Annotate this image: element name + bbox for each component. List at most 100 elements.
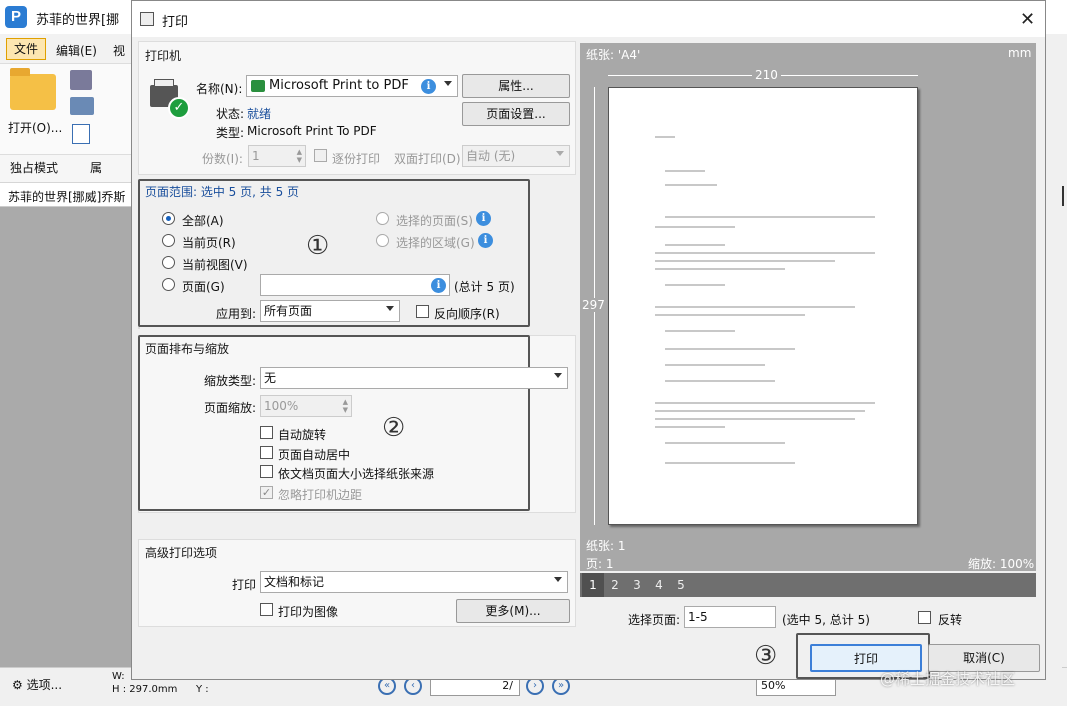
dialog-title: 打印: [162, 15, 189, 30]
scale-type-value: 无: [264, 371, 277, 385]
auto-rotate-label: 自动旋转: [278, 428, 327, 442]
type-value: Microsoft Print To PDF: [247, 124, 377, 138]
auto-center-checkbox[interactable]: [260, 446, 273, 459]
duplex-select[interactable]: 自动 (无): [462, 145, 570, 167]
range-current-page-label: 当前页(R): [182, 236, 236, 250]
status-y: Y :: [196, 684, 209, 695]
paper-source-label: 依文档页面大小选择纸张来源: [278, 467, 435, 481]
flip-checkbox[interactable]: [918, 611, 931, 624]
status-value: 就绪: [247, 107, 272, 121]
type-label: 类型:: [216, 126, 245, 140]
range-total: (总计 5 页): [454, 280, 515, 294]
save-icon[interactable]: [70, 70, 92, 90]
page-setup-button[interactable]: 页面设置...: [462, 102, 570, 126]
annotation-number-3: ③: [754, 641, 778, 671]
print-what-label: 打印: [232, 578, 257, 592]
reverse-checkbox[interactable]: [416, 305, 429, 318]
advanced-section-title: 高级打印选项: [145, 546, 218, 560]
printer-icon: ✓: [150, 79, 190, 119]
page-tab[interactable]: 4: [648, 573, 670, 597]
auto-rotate-checkbox[interactable]: [260, 426, 273, 439]
page-tab[interactable]: 1: [582, 573, 604, 597]
ignore-margin-label: 忽略打印机边距: [278, 488, 363, 502]
dialog-titlebar: [132, 1, 1045, 37]
app-logo-icon: P: [5, 6, 27, 28]
range-pages-input[interactable]: i: [260, 274, 450, 296]
preview-zoom: 缩放: 100%: [968, 557, 1035, 571]
printer-small-icon: [251, 80, 265, 92]
collate-checkbox[interactable]: [314, 149, 327, 162]
status-options-button[interactable]: ⚙ 选项...: [12, 676, 62, 693]
range-current-view-label: 当前视图(V): [182, 258, 248, 272]
print-icon[interactable]: [70, 97, 94, 115]
select-pages-info: (选中 5, 总计 5): [782, 613, 870, 627]
print-as-image-label: 打印为图像: [278, 605, 339, 619]
page-scale-spinner[interactable]: 100% ▲ ▼: [260, 395, 352, 417]
range-selected-pages-label: 选择的页面(S): [396, 214, 473, 228]
page-tab[interactable]: 3: [626, 573, 648, 597]
info-icon: i: [478, 233, 493, 248]
open-folder-icon[interactable]: [10, 68, 56, 110]
info-icon: i: [476, 211, 491, 226]
print-dialog: 打印 ✕ 打印机 ✓ 名称(N): Microsoft Print to PDF…: [131, 0, 1046, 680]
annotation-number-2: ②: [382, 413, 406, 443]
printer-section-title: 打印机: [145, 49, 182, 63]
range-pages-radio[interactable]: [162, 278, 175, 291]
scrollbar[interactable]: [1046, 42, 1062, 668]
page-tab[interactable]: 5: [670, 573, 692, 597]
range-section-title: 页面范围: 选中 5 页, 共 5 页: [145, 185, 300, 199]
preview-width: 210: [752, 68, 781, 82]
properties-button[interactable]: 属性...: [462, 74, 570, 98]
range-all-label: 全部(A): [182, 214, 224, 228]
range-pages-label: 页面(G): [182, 280, 225, 294]
printer-name-select[interactable]: Microsoft Print to PDF i: [246, 75, 458, 97]
select-pages-input[interactable]: 1-5: [684, 606, 776, 628]
export-icon[interactable]: [72, 124, 90, 144]
menu-view[interactable]: 视: [113, 42, 125, 59]
print-what-select[interactable]: 文档和标记: [260, 571, 568, 593]
menu-edit[interactable]: 编辑(E): [56, 42, 97, 59]
status-height: H : 297.0mm: [112, 684, 178, 695]
layout-section-title: 页面排布与缩放: [145, 342, 230, 356]
info-icon: i: [431, 278, 446, 293]
close-icon[interactable]: ✕: [1020, 9, 1035, 30]
range-selected-area-radio[interactable]: [376, 234, 389, 247]
status-width: W:: [112, 671, 125, 682]
auto-center-label: 页面自动居中: [278, 448, 351, 462]
range-all-radio[interactable]: [162, 212, 175, 225]
preview-height: 297: [582, 298, 605, 312]
apply-to-select[interactable]: 所有页面: [260, 300, 400, 322]
status-options-label: 选项...: [26, 678, 63, 692]
range-current-view-radio[interactable]: [162, 256, 175, 269]
duplex-label: 双面打印(D): [394, 152, 461, 166]
open-button-label[interactable]: 打开(O)...: [8, 119, 62, 136]
range-current-page-radio[interactable]: [162, 234, 175, 247]
duplex-value: 自动 (无): [466, 149, 516, 163]
preview-unit: mm: [1008, 46, 1032, 60]
watermark: @稀土掘金技术社区: [880, 670, 1016, 688]
copies-spinner[interactable]: 1 ▲ ▼: [248, 145, 306, 167]
app-title: 苏菲的世界[挪: [36, 13, 120, 28]
copies-value: 1: [252, 149, 260, 163]
collate-label: 逐份打印: [332, 152, 381, 166]
menu-file[interactable]: 文件: [6, 38, 46, 60]
preview-paper-label: 纸张: 'A4': [586, 48, 641, 62]
paper-source-checkbox[interactable]: [260, 465, 273, 478]
page-tab[interactable]: 2: [604, 573, 626, 597]
more-button[interactable]: 更多(M)...: [456, 599, 570, 623]
apply-to-value: 所有页面: [264, 304, 313, 318]
print-what-value: 文档和标记: [264, 575, 325, 589]
ignore-margin-checkbox[interactable]: ✓: [260, 486, 273, 499]
solo-mode-button[interactable]: 独占模式: [10, 159, 58, 176]
annotation-box-2: [138, 335, 530, 511]
preview-paper-count: 纸张: 1: [586, 539, 626, 553]
flip-label: 反转: [938, 613, 963, 627]
status-label: 状态:: [216, 107, 245, 121]
copies-label: 份数(I):: [202, 152, 243, 166]
attributes-button[interactable]: 属: [90, 159, 130, 176]
range-selected-pages-radio[interactable]: [376, 212, 389, 225]
annotation-number-1: ①: [306, 231, 330, 261]
print-as-image-checkbox[interactable]: [260, 603, 273, 616]
print-dialog-icon: [140, 12, 154, 26]
scale-type-select[interactable]: 无: [260, 367, 568, 389]
